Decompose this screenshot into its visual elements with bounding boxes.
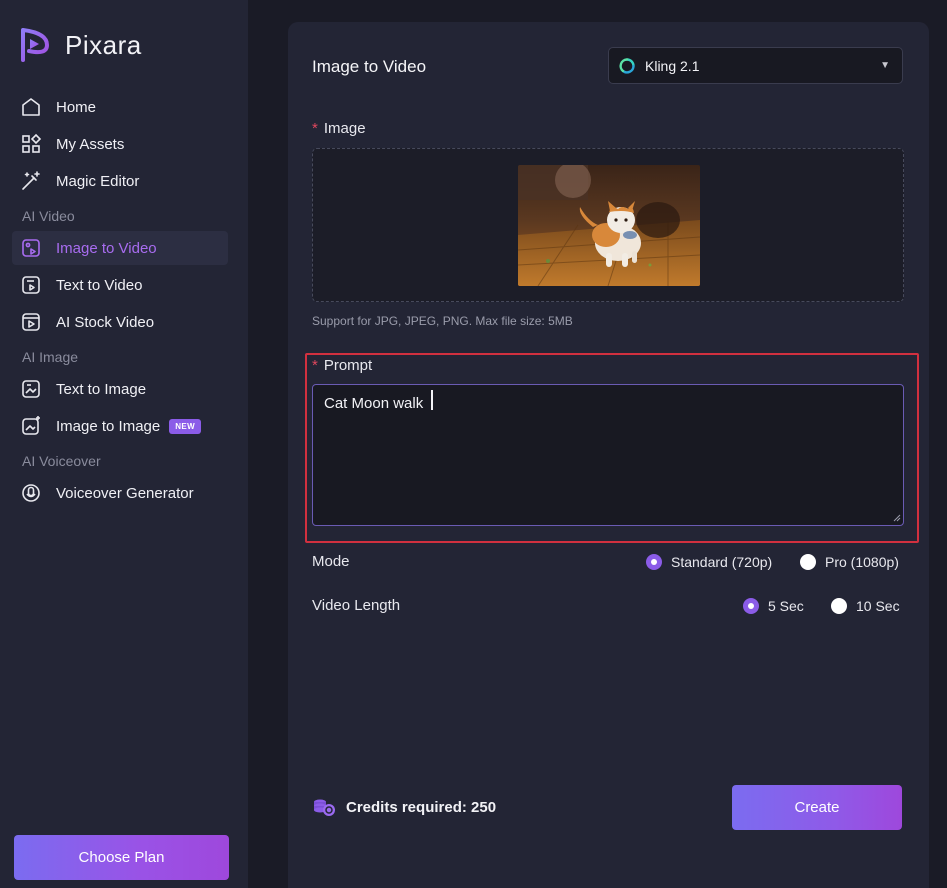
sidebar-item-text-to-image[interactable]: Text to Image [12, 372, 228, 406]
cat-photo-image [518, 165, 700, 286]
stock-video-icon [22, 313, 40, 331]
sidebar-item-label: Image to Image [56, 417, 161, 435]
mode-label: Mode [312, 553, 350, 570]
sidebar: Pixara Home My Assets Magic Editor AI Vi… [0, 0, 248, 888]
prompt-field-label: * Prompt [312, 357, 372, 374]
video-length-option-10[interactable]: 10 Sec [831, 598, 900, 614]
mode-option-label: Pro (1080p) [825, 554, 899, 570]
credits-info: Credits required: 250 [312, 797, 496, 817]
mode-option-pro[interactable]: Pro (1080p) [800, 554, 899, 570]
sidebar-item-label: AI Stock Video [56, 313, 155, 331]
microphone-icon [22, 484, 40, 502]
sidebar-item-ai-stock-video[interactable]: AI Stock Video [12, 305, 228, 339]
home-icon [22, 98, 40, 116]
sidebar-item-label: My Assets [56, 135, 125, 153]
sidebar-item-my-assets[interactable]: My Assets [12, 127, 228, 161]
image-label-text: Image [323, 120, 366, 137]
radio-unselected-icon [800, 554, 816, 570]
sidebar-item-magic-editor[interactable]: Magic Editor [12, 164, 228, 198]
sidebar-item-label: Image to Video [56, 239, 157, 257]
prompt-label-text: Prompt [323, 357, 373, 374]
model-select[interactable]: Kling 2.1 ▼ [608, 47, 903, 84]
new-badge: NEW [169, 418, 202, 434]
coins-icon [314, 799, 335, 816]
section-label-ai-video: AI Video [22, 208, 75, 224]
mode-option-label: Standard (720p) [671, 554, 773, 570]
video-length-label: Video Length [312, 597, 401, 614]
radio-selected-icon [646, 554, 662, 570]
resize-handle-icon[interactable] [893, 514, 901, 522]
sidebar-item-label: Home [56, 98, 97, 116]
section-label-ai-voiceover: AI Voiceover [22, 453, 101, 469]
required-mark: * [312, 120, 318, 137]
image-field-label: * Image [312, 120, 366, 137]
create-button[interactable]: Create [732, 785, 902, 830]
sidebar-item-label: Magic Editor [56, 172, 140, 190]
section-label-ai-image: AI Image [22, 349, 79, 365]
sidebar-item-label: Text to Image [56, 380, 147, 398]
required-mark: * [312, 357, 318, 374]
sidebar-item-label: Text to Video [56, 276, 143, 294]
chevron-down-icon: ▼ [880, 60, 890, 71]
radio-unselected-icon [831, 598, 847, 614]
uploaded-image-thumbnail[interactable] [518, 165, 700, 286]
sidebar-item-label: Voiceover Generator [56, 484, 194, 502]
logo[interactable]: Pixara [17, 27, 142, 63]
sidebar-item-text-to-video[interactable]: Text to Video [12, 268, 228, 302]
app-name: Pixara [65, 29, 142, 60]
text-image-icon [22, 380, 40, 398]
upload-support-text: Support for JPG, JPEG, PNG. Max file siz… [312, 314, 573, 328]
credits-required-text: Credits required: 250 [346, 798, 497, 816]
kling-logo-icon [619, 57, 635, 74]
model-select-value: Kling 2.1 [645, 57, 700, 74]
magic-wand-icon [22, 171, 40, 190]
sidebar-item-voiceover-generator[interactable]: Voiceover Generator [12, 476, 228, 510]
text-cursor [431, 390, 433, 410]
choose-plan-button[interactable]: Choose Plan [14, 835, 229, 880]
sidebar-item-image-to-video[interactable]: Image to Video [12, 231, 228, 265]
radio-selected-icon [743, 598, 759, 614]
video-length-option-label: 10 Sec [856, 598, 900, 614]
main-panel: Image to Video Kling 2.1 ▼ * Image Suppo… [288, 22, 929, 888]
image-video-icon [22, 239, 40, 257]
pixara-logo-icon [21, 28, 49, 62]
video-length-option-5[interactable]: 5 Sec [743, 598, 804, 614]
text-video-icon [22, 276, 40, 294]
image-upload-dropzone[interactable] [312, 148, 904, 302]
mode-option-standard[interactable]: Standard (720p) [646, 554, 772, 570]
page-title: Image to Video [312, 57, 427, 76]
sidebar-item-image-to-image[interactable]: Image to Image NEW [12, 409, 228, 443]
grid-icon [22, 133, 42, 153]
video-length-option-label: 5 Sec [768, 598, 804, 614]
image-image-icon [22, 416, 40, 435]
prompt-textarea[interactable]: Cat Moon walk [312, 384, 904, 526]
sidebar-item-home[interactable]: Home [12, 90, 228, 124]
